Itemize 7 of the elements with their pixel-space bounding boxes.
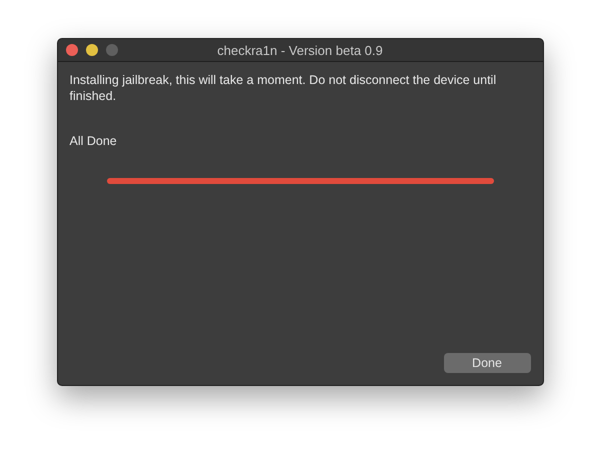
install-message: Installing jailbreak, this will take a moment. Do not disconnect the device until finished. <box>70 72 498 104</box>
zoom-button[interactable] <box>106 44 118 56</box>
window-title: checkra1n - Version beta 0.9 <box>217 42 383 58</box>
status-text: All Done <box>70 134 118 148</box>
minimize-button[interactable] <box>86 44 98 56</box>
done-button[interactable]: Done <box>444 353 530 373</box>
close-button[interactable] <box>66 44 78 56</box>
